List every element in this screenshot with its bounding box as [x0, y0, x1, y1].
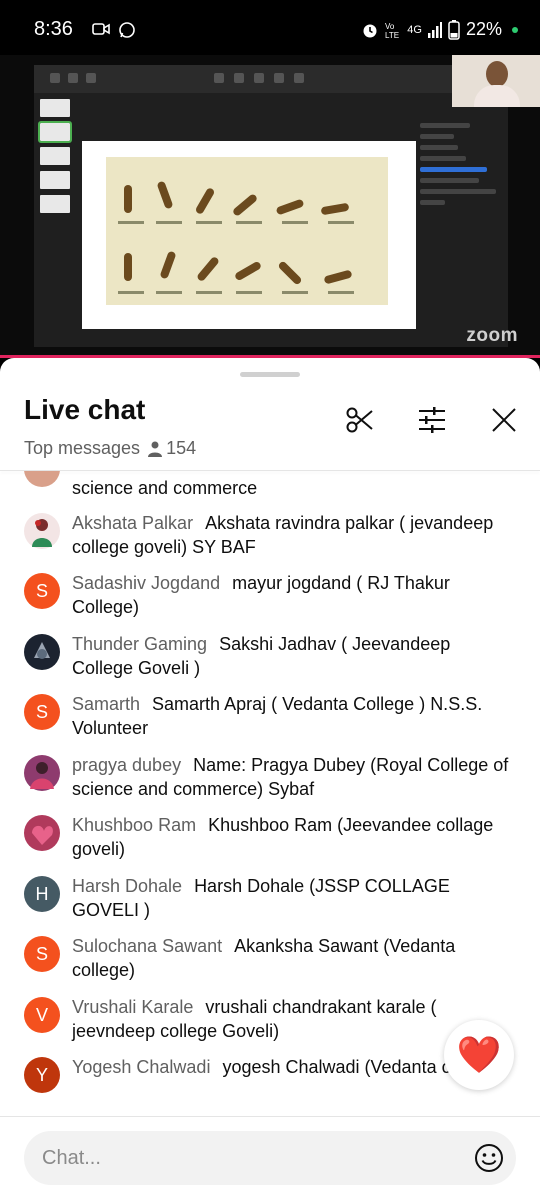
notification-icons	[92, 21, 136, 39]
video-call-icon	[92, 23, 110, 35]
alarm-icon	[363, 24, 377, 37]
viewer-count: 154	[166, 438, 197, 458]
heart-reaction-button[interactable]: ❤️	[444, 1020, 514, 1090]
volte-icon: VoLTE	[385, 22, 399, 39]
chat-subtitle: Top messages 154	[24, 438, 196, 459]
message-author: Akshata Palkar	[72, 513, 194, 533]
message-author: Harsh Dohale	[72, 876, 183, 896]
message-author: Vrushali Karale	[72, 997, 194, 1017]
privacy-dot-icon	[512, 26, 518, 33]
chat-input[interactable]	[42, 1131, 462, 1185]
message-author: Thunder Gaming	[72, 634, 208, 654]
battery-level: 22%	[465, 19, 502, 39]
avatar[interactable]: V	[24, 997, 60, 1033]
status-right: Vo LTE 4G 22%	[361, 19, 518, 40]
avatar[interactable]: S	[24, 573, 60, 609]
avatar[interactable]	[24, 513, 60, 549]
message-author: pragya dubey	[72, 755, 182, 775]
partial-message: science and commerce	[72, 478, 258, 498]
live-chat-title: Live chat	[24, 394, 146, 425]
message-author: Sulochana Sawant	[72, 936, 223, 956]
message-author: Khushboo Ram	[72, 815, 197, 835]
network-type: 4G	[407, 23, 422, 36]
shared-screen	[34, 65, 508, 347]
presenter-camera	[452, 55, 540, 107]
chat-messages[interactable]: science and commerce Akshata Palkar Aksha…	[0, 471, 540, 1103]
input-divider	[0, 1116, 540, 1117]
message-author: Yogesh Chalwadi	[72, 1057, 211, 1077]
app-toolbar	[34, 65, 508, 93]
presentation-slide	[82, 141, 416, 329]
signal-icon	[427, 21, 442, 38]
svg-text:Vo: Vo	[385, 22, 395, 31]
message-author: Samarth	[72, 694, 141, 714]
slide-thumbnails	[38, 99, 74, 219]
avatar[interactable]	[24, 755, 60, 791]
filter-button[interactable]	[412, 400, 452, 440]
svg-text:LTE: LTE	[385, 31, 399, 39]
avatar[interactable]: S	[24, 694, 60, 730]
person-icon	[148, 441, 163, 457]
avatar[interactable]: H	[24, 876, 60, 912]
avatar[interactable]: S	[24, 936, 60, 972]
clip-button[interactable]	[340, 400, 380, 440]
close-button[interactable]	[484, 400, 524, 440]
battery-icon	[448, 19, 460, 40]
scissors-icon	[346, 407, 373, 433]
avatar[interactable]	[24, 815, 60, 851]
avatar[interactable]	[24, 634, 60, 670]
message-author: Sadashiv Jogdand	[72, 573, 221, 593]
status-bar: 8:36 Vo LTE 4G 22%	[0, 0, 540, 60]
yoga-poses-image	[106, 157, 388, 305]
emoji-icon[interactable]	[474, 1143, 504, 1173]
format-panel	[420, 117, 504, 257]
drag-handle[interactable]	[240, 372, 300, 377]
avatar[interactable]: Y	[24, 1057, 60, 1093]
chat-mode-selector[interactable]: Top messages	[24, 438, 140, 459]
heart-icon: ❤️	[456, 1034, 502, 1075]
sliders-icon	[419, 407, 445, 433]
zoom-logo: zoom	[466, 325, 518, 346]
live-chat-panel: Live chat Top messages 154 science and c…	[0, 358, 540, 1200]
video-player[interactable]: zoom	[0, 55, 540, 355]
status-time: 8:36	[34, 18, 73, 40]
whatsapp-icon	[119, 22, 135, 38]
chat-input-box[interactable]	[24, 1131, 516, 1185]
avatar	[24, 471, 60, 487]
close-icon	[492, 408, 516, 432]
